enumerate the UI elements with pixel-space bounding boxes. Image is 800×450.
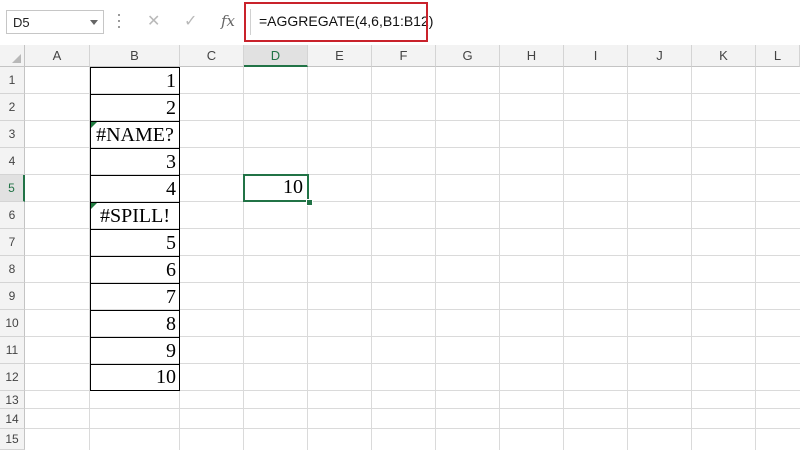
cell-value: 4 bbox=[166, 178, 176, 200]
cell-value: 9 bbox=[166, 340, 176, 362]
column-header-i[interactable]: I bbox=[564, 45, 628, 67]
gridline bbox=[243, 67, 244, 450]
row-header-4[interactable]: 4 bbox=[0, 148, 25, 175]
cell-b12[interactable]: 10 bbox=[90, 364, 180, 391]
cell-b4[interactable]: 3 bbox=[90, 148, 180, 176]
row-header-12[interactable]: 12 bbox=[0, 364, 25, 391]
cell-b7[interactable]: 5 bbox=[90, 229, 180, 257]
column-header-l[interactable]: L bbox=[756, 45, 800, 67]
cancel-icon[interactable]: ✕ bbox=[147, 11, 160, 31]
gridline bbox=[499, 67, 500, 450]
cell-b6[interactable]: #SPILL! bbox=[90, 202, 180, 230]
cell-value: 10 bbox=[156, 366, 176, 388]
name-box[interactable]: D5 bbox=[6, 10, 104, 34]
cell-b2[interactable]: 2 bbox=[90, 94, 180, 122]
cell-value: 10 bbox=[283, 176, 303, 198]
insert-function-icon[interactable]: fx bbox=[221, 12, 235, 30]
row-header-1[interactable]: 1 bbox=[0, 67, 25, 94]
gridline bbox=[435, 67, 436, 450]
gridline bbox=[25, 408, 800, 409]
row-header-3[interactable]: 3 bbox=[0, 121, 25, 148]
gridline bbox=[25, 428, 800, 429]
gridline bbox=[627, 67, 628, 450]
column-header-g[interactable]: G bbox=[436, 45, 500, 67]
column-header-a[interactable]: A bbox=[25, 45, 90, 67]
resize-handle-icon[interactable] bbox=[118, 14, 121, 30]
cell-b8[interactable]: 6 bbox=[90, 256, 180, 284]
row-header-5[interactable]: 5 bbox=[0, 175, 25, 202]
formula-bar: D5 ✕ ✓ fx =AGGREGATE(4,6,B1:B12) bbox=[0, 0, 800, 44]
enter-icon[interactable]: ✓ bbox=[184, 11, 197, 31]
cell-value: 7 bbox=[166, 286, 176, 308]
gridline bbox=[307, 67, 308, 450]
fill-handle[interactable] bbox=[306, 199, 313, 206]
cell-value: 3 bbox=[166, 151, 176, 173]
column-header-c[interactable]: C bbox=[180, 45, 244, 67]
cell-d5-selected[interactable]: 10 bbox=[243, 174, 309, 202]
gridline bbox=[563, 67, 564, 450]
cell-b11[interactable]: 9 bbox=[90, 337, 180, 365]
row-header-14[interactable]: 14 bbox=[0, 409, 25, 429]
column-header-b[interactable]: B bbox=[90, 45, 180, 67]
cell-value: 1 bbox=[166, 70, 176, 92]
row-header-9[interactable]: 9 bbox=[0, 283, 25, 310]
chevron-down-icon[interactable] bbox=[90, 20, 98, 25]
cell-value: #NAME? bbox=[96, 124, 174, 146]
name-box-value: D5 bbox=[13, 15, 30, 30]
column-header-e[interactable]: E bbox=[308, 45, 372, 67]
select-all-button[interactable] bbox=[0, 45, 25, 67]
row-header-8[interactable]: 8 bbox=[0, 256, 25, 283]
column-header-h[interactable]: H bbox=[500, 45, 564, 67]
cell-b5[interactable]: 4 bbox=[90, 175, 180, 203]
select-all-icon bbox=[12, 54, 21, 63]
cell-b3[interactable]: #NAME? bbox=[90, 121, 180, 149]
cell-b1[interactable]: 1 bbox=[90, 67, 180, 95]
cell-value: 8 bbox=[166, 313, 176, 335]
cell-value: 2 bbox=[166, 97, 176, 119]
row-header-2[interactable]: 2 bbox=[0, 94, 25, 121]
cell-value: 6 bbox=[166, 259, 176, 281]
row-header-6[interactable]: 6 bbox=[0, 202, 25, 229]
row-header-7[interactable]: 7 bbox=[0, 229, 25, 256]
gridline bbox=[755, 67, 756, 450]
formula-highlight-box bbox=[244, 2, 428, 42]
column-header-j[interactable]: J bbox=[628, 45, 692, 67]
column-header-f[interactable]: F bbox=[372, 45, 436, 67]
row-header-11[interactable]: 11 bbox=[0, 337, 25, 364]
gridline bbox=[691, 67, 692, 450]
cell-value: #SPILL! bbox=[100, 205, 170, 227]
row-header-13[interactable]: 13 bbox=[0, 391, 25, 409]
column-header-k[interactable]: K bbox=[692, 45, 756, 67]
row-header-15[interactable]: 15 bbox=[0, 429, 25, 450]
column-header-d[interactable]: D bbox=[244, 45, 308, 67]
cell-b9[interactable]: 7 bbox=[90, 283, 180, 311]
cell-b10[interactable]: 8 bbox=[90, 310, 180, 338]
row-header-10[interactable]: 10 bbox=[0, 310, 25, 337]
cell-value: 5 bbox=[166, 232, 176, 254]
gridline bbox=[371, 67, 372, 450]
